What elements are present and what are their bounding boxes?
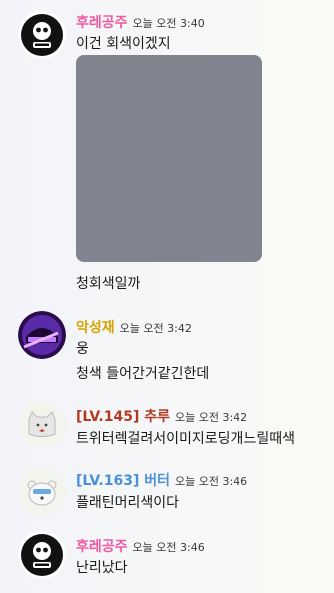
username[interactable]: [LV.163] 버터: [76, 473, 170, 489]
message-text: 트위터렉걸려서이미지로딩개느릴때색: [76, 431, 295, 447]
message-header: [LV.163] 버터 오늘 오전 3:46: [76, 470, 247, 490]
username[interactable]: [LV.145] 추루: [76, 409, 170, 425]
image-attachment[interactable]: [76, 55, 262, 262]
message-header: 악성재 오늘 오전 3:42: [76, 317, 192, 337]
chat-messages: 후레공주 오늘 오전 3:40 이건 회색이겠지 청회색일까 악성재 오늘 오전 3…: [0, 0, 334, 593]
message-header: 후레공주 오늘 오전 3:46: [76, 536, 205, 556]
white-bear-avatar-icon[interactable]: [18, 468, 66, 516]
username[interactable]: 후레공주: [76, 15, 128, 31]
black-emblem-avatar-icon[interactable]: [18, 531, 66, 579]
message-text: 플래틴머리색이다: [76, 495, 180, 511]
message-text: 청색 들어간거같긴한데: [76, 366, 210, 382]
gray-cat-avatar-icon[interactable]: [18, 401, 66, 449]
purple-helmet-avatar-icon[interactable]: [18, 311, 66, 359]
timestamp: 오늘 오전 3:42: [175, 411, 248, 424]
message-text: 청회색일까: [76, 276, 141, 292]
username[interactable]: 악성재: [76, 320, 115, 336]
timestamp: 오늘 오전 3:42: [119, 322, 192, 335]
timestamp: 오늘 오전 3:46: [132, 541, 205, 554]
message-text: 웅: [76, 341, 89, 357]
message-header: [LV.145] 추루 오늘 오전 3:42: [76, 406, 247, 426]
username[interactable]: 후레공주: [76, 539, 128, 555]
timestamp: 오늘 오전 3:46: [175, 475, 248, 488]
message-header: 후레공주 오늘 오전 3:40: [76, 12, 205, 32]
timestamp: 오늘 오전 3:40: [132, 17, 205, 30]
message-text: 이건 회색이겠지: [76, 36, 171, 52]
message-text: 난리났다: [76, 560, 128, 576]
black-emblem-avatar-icon[interactable]: [18, 11, 66, 59]
